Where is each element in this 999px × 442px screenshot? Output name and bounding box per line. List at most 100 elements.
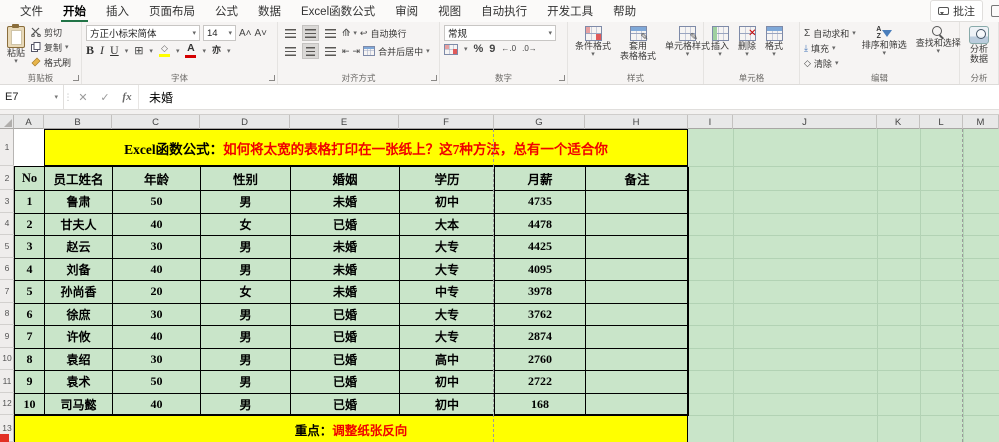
cell-A5[interactable]: 3 — [15, 236, 45, 259]
align-middle-button[interactable] — [302, 25, 319, 41]
cell-H7[interactable] — [586, 281, 689, 304]
orientation-icon[interactable]: ⟰ — [342, 28, 350, 39]
cell-H5[interactable] — [586, 236, 689, 259]
cell-B7[interactable]: 孙尚香 — [45, 281, 113, 304]
menu-tab-developer[interactable]: 开发工具 — [537, 0, 603, 23]
cell-A6[interactable]: 4 — [15, 258, 45, 281]
row-header-2[interactable]: 2 — [0, 166, 14, 190]
cell-F7[interactable]: 中专 — [400, 281, 495, 304]
fill-color-button[interactable]: ◇ — [158, 44, 170, 57]
row-header-4[interactable]: 4 — [0, 213, 14, 235]
cell-C9[interactable]: 40 — [113, 326, 201, 349]
cell-E9[interactable]: 已婚 — [291, 326, 400, 349]
cell-G7[interactable]: 3978 — [495, 281, 586, 304]
menu-tab-help[interactable]: 帮助 — [603, 0, 646, 23]
column-header-G[interactable]: G — [494, 115, 585, 129]
format-as-table-button[interactable]: ✎ 套用 表格格式 — [617, 25, 659, 71]
borders-icon[interactable]: ⊞ — [134, 44, 143, 57]
column-header-J[interactable]: J — [733, 115, 877, 129]
cell-A9[interactable]: 7 — [15, 326, 45, 349]
cell-B4[interactable]: 甘夫人 — [45, 213, 113, 236]
menu-tab-formulas[interactable]: 公式 — [205, 0, 248, 23]
increase-indent-icon[interactable]: ⇥ — [353, 46, 361, 57]
decrease-indent-icon[interactable]: ⇤ — [342, 46, 350, 57]
cell-A3[interactable]: 1 — [15, 191, 45, 214]
row-header-3[interactable]: 3 — [0, 190, 14, 213]
cell-C8[interactable]: 30 — [113, 303, 201, 326]
row-header-1[interactable]: 1 — [0, 129, 14, 166]
menu-tab-view[interactable]: 视图 — [428, 0, 471, 23]
insert-function-icon[interactable]: fx — [116, 85, 138, 109]
cell-A4[interactable]: 2 — [15, 213, 45, 236]
row-header-10[interactable]: 10 — [0, 348, 14, 370]
comments-button[interactable]: 批注 — [930, 0, 983, 22]
banner-merged-cell[interactable]: Excel函数公式： 如何将太宽的表格打印在一张纸上？这7种方法，总有一个适合你 — [44, 129, 688, 166]
copy-button[interactable]: 复制 ▾ — [31, 40, 71, 54]
conditional-format-button[interactable]: 条件格式 ▾ — [572, 25, 614, 71]
cell-D6[interactable]: 男 — [201, 258, 291, 281]
menu-tab-page-layout[interactable]: 页面布局 — [139, 0, 205, 23]
select-all-corner[interactable] — [0, 115, 14, 129]
align-center-button[interactable] — [302, 43, 319, 59]
align-right-button[interactable] — [322, 43, 339, 59]
cell-B9[interactable]: 许攸 — [45, 326, 113, 349]
cell-C7[interactable]: 20 — [113, 281, 201, 304]
find-select-button[interactable]: 查找和选择 ▾ — [913, 25, 964, 71]
align-bottom-button[interactable] — [322, 25, 339, 41]
cell-B2[interactable]: 员工姓名 — [45, 167, 113, 191]
paste-button[interactable]: 粘贴 ▾ — [4, 24, 28, 71]
cell-E12[interactable]: 已婚 — [291, 393, 400, 416]
cell-D2[interactable]: 性别 — [201, 167, 291, 191]
wrap-text-button[interactable]: ↩ 自动换行 — [360, 26, 407, 40]
cell-H12[interactable] — [586, 393, 689, 416]
percent-style-button[interactable]: % — [474, 43, 484, 55]
menu-tab-automate[interactable]: 自动执行 — [471, 0, 537, 23]
column-header-B[interactable]: B — [44, 115, 112, 129]
cell-F4[interactable]: 大本 — [400, 213, 495, 236]
cell-E3[interactable]: 未婚 — [291, 191, 400, 214]
menu-tab-insert[interactable]: 插入 — [96, 0, 139, 23]
increase-decimal-button[interactable]: ←.0 — [501, 45, 516, 53]
cell-H2[interactable]: 备注 — [586, 167, 689, 191]
column-header-H[interactable]: H — [585, 115, 688, 129]
dialog-launcher-icon[interactable] — [269, 75, 275, 81]
menu-tab-file[interactable]: 文件 — [10, 0, 53, 23]
cell-E7[interactable]: 未婚 — [291, 281, 400, 304]
cell-B12[interactable]: 司马懿 — [45, 393, 113, 416]
footer-merged-cell[interactable]: 重点： 调整纸张反向 — [14, 415, 688, 442]
font-size-select[interactable]: 14 ▾ — [203, 25, 236, 41]
cell-E6[interactable]: 未婚 — [291, 258, 400, 281]
formula-input[interactable]: 未婚 — [138, 85, 999, 109]
green-filled-cells[interactable] — [688, 129, 999, 442]
row-header-11[interactable]: 11 — [0, 370, 14, 393]
row-header-7[interactable]: 7 — [0, 280, 14, 303]
cell-E11[interactable]: 已婚 — [291, 371, 400, 394]
cell-E2[interactable]: 婚姻 — [291, 167, 400, 191]
fill-button[interactable]: ⤓ 填充 ▾ — [804, 41, 856, 55]
cell-D11[interactable]: 男 — [201, 371, 291, 394]
cell-F11[interactable]: 初中 — [400, 371, 495, 394]
delete-cells-button[interactable]: 删除 ▾ — [735, 25, 759, 71]
underline-button[interactable]: U — [110, 43, 119, 58]
cell-G6[interactable]: 4095 — [495, 258, 586, 281]
comma-style-button[interactable]: 9 — [489, 43, 495, 55]
autosum-button[interactable]: Σ 自动求和 ▾ — [804, 26, 856, 40]
cell-C2[interactable]: 年龄 — [113, 167, 201, 191]
cell-H8[interactable] — [586, 303, 689, 326]
align-top-button[interactable] — [282, 25, 299, 41]
number-format-select[interactable]: 常规 ▾ — [444, 25, 556, 41]
cell-D9[interactable]: 男 — [201, 326, 291, 349]
column-header-M[interactable]: M — [963, 115, 999, 129]
cell-C11[interactable]: 50 — [113, 371, 201, 394]
cell-B3[interactable]: 鲁肃 — [45, 191, 113, 214]
cell-C10[interactable]: 30 — [113, 348, 201, 371]
cell-F12[interactable]: 初中 — [400, 393, 495, 416]
font-color-button[interactable]: A — [185, 43, 197, 58]
confirm-entry-icon[interactable]: ✓ — [94, 85, 116, 109]
row-header-5[interactable]: 5 — [0, 235, 14, 258]
italic-button[interactable]: I — [100, 43, 104, 58]
decrease-decimal-button[interactable]: .0→ — [522, 45, 537, 53]
row-header-9[interactable]: 9 — [0, 325, 14, 348]
cell-D4[interactable]: 女 — [201, 213, 291, 236]
menu-tab-review[interactable]: 审阅 — [385, 0, 428, 23]
